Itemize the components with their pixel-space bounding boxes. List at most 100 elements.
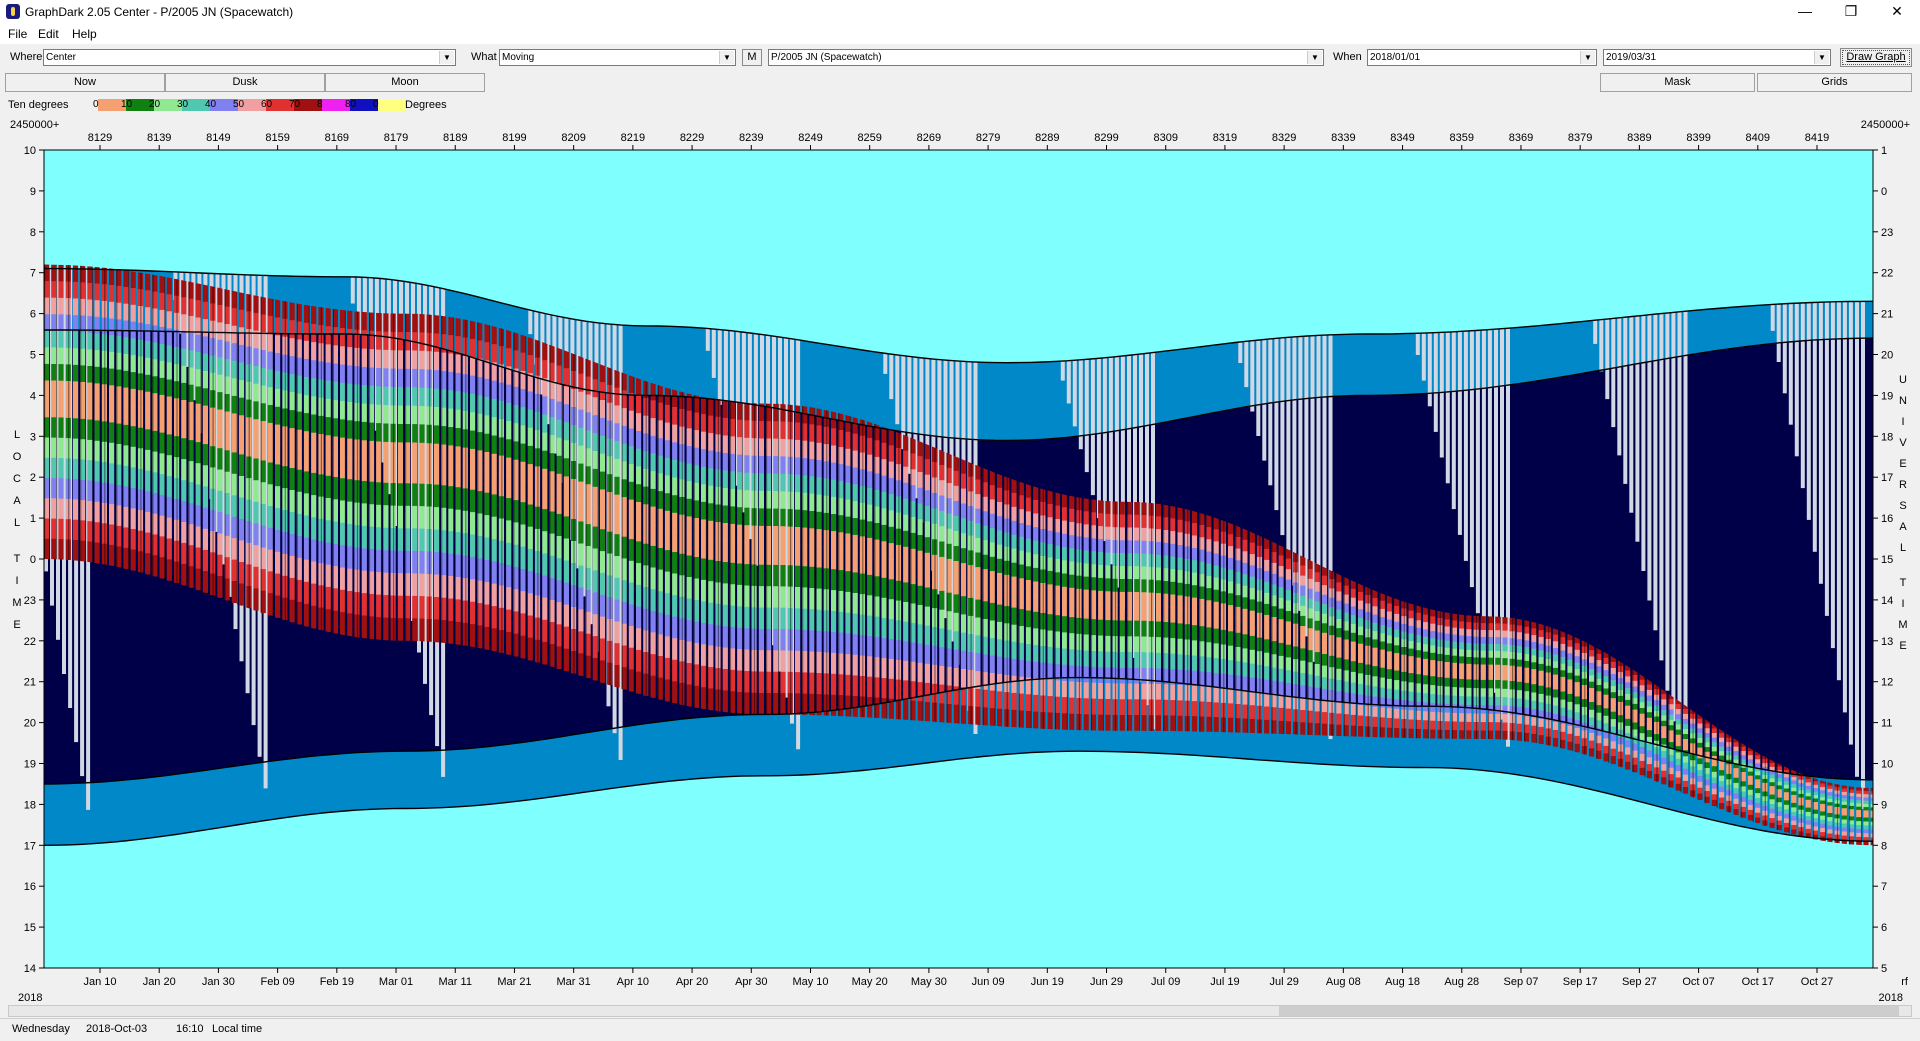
altitude-segment (1047, 544, 1053, 559)
altitude-segment (845, 448, 851, 467)
altitude-segment (109, 301, 115, 320)
what-select[interactable]: Moving ▼ (499, 49, 736, 66)
altitude-segment (470, 338, 476, 358)
draw-graph-button[interactable]: Draw Graph (1840, 48, 1912, 67)
altitude-segment (628, 539, 634, 562)
altitude-segment (181, 400, 187, 418)
altitude-segment (1213, 672, 1219, 689)
altitude-segment (1069, 561, 1075, 576)
altitude-segment (816, 567, 822, 590)
altitude-segment (1784, 781, 1790, 786)
altitude-segment (1610, 711, 1616, 720)
chevron-down-icon[interactable]: ▼ (1814, 51, 1829, 64)
chevron-down-icon[interactable]: ▼ (1580, 51, 1595, 64)
altitude-segment (888, 510, 894, 528)
chevron-down-icon[interactable]: ▼ (439, 51, 454, 64)
close-button[interactable]: ✕ (1874, 0, 1920, 24)
menu-edit[interactable]: Edit (38, 27, 59, 41)
altitude-segment (1567, 653, 1573, 661)
altitude-segment (1249, 610, 1255, 623)
altitude-segment (231, 343, 237, 362)
altitude-segment (289, 356, 295, 375)
altitude-segment (267, 387, 273, 406)
horizontal-scrollbar[interactable] (8, 1005, 1912, 1017)
altitude-segment (1025, 610, 1032, 628)
altitude-segment (1336, 591, 1342, 602)
altitude-segment (888, 678, 894, 700)
altitude-segment (383, 527, 389, 551)
altitude-segment (1552, 681, 1559, 690)
altitude-segment (383, 386, 389, 406)
altitude-segment (1459, 656, 1465, 664)
altitude-segment (1134, 604, 1140, 622)
altitude-segment (1300, 615, 1306, 627)
altitude-segment (1646, 717, 1652, 724)
altitude-segment (433, 425, 440, 445)
altitude-segment (1264, 706, 1270, 721)
maximize-button[interactable]: ❐ (1828, 0, 1874, 24)
altitude-segment (556, 491, 562, 515)
altitude-segment (397, 387, 403, 407)
altitude-segment (737, 437, 743, 456)
altitude-segment (1408, 641, 1414, 650)
start-date-select[interactable]: 2018/01/01 ▼ (1367, 49, 1597, 66)
altitude-segment (1278, 566, 1284, 578)
moon-button[interactable]: Moon (325, 73, 485, 92)
altitude-segment (1155, 652, 1161, 669)
altitude-segment (1863, 841, 1869, 846)
altitude-segment (1098, 619, 1104, 637)
altitude-segment (1430, 645, 1436, 654)
altitude-segment (1141, 579, 1147, 593)
altitude-segment (412, 387, 418, 407)
altitude-segment (794, 650, 801, 673)
date-tick-label: Mar 31 (557, 976, 591, 988)
minimize-button[interactable]: — (1782, 0, 1828, 24)
altitude-segment (506, 565, 512, 588)
altitude-segment (506, 457, 512, 477)
altitude-segment (1025, 660, 1032, 679)
altitude-segment (1567, 725, 1573, 735)
altitude-segment (130, 271, 136, 289)
object-select[interactable]: P/2005 JN (Spacewatch) ▼ (768, 49, 1324, 66)
grids-button[interactable]: Grids (1757, 73, 1912, 92)
chevron-down-icon[interactable]: ▼ (719, 51, 734, 64)
altitude-segment (556, 624, 562, 647)
altitude-segment (1574, 696, 1580, 705)
m-button[interactable]: M (742, 49, 762, 66)
mask-button[interactable]: Mask (1600, 73, 1755, 92)
altitude-segment (1625, 740, 1631, 749)
end-date-select[interactable]: 2019/03/31 ▼ (1603, 49, 1831, 66)
altitude-segment (159, 536, 165, 558)
altitude-segment (1552, 705, 1559, 715)
altitude-segment (917, 472, 923, 489)
altitude-segment (527, 615, 533, 639)
altitude-segment (1480, 630, 1486, 638)
altitude-segment (1661, 770, 1667, 778)
chevron-down-icon[interactable]: ▼ (1307, 51, 1322, 64)
moonlight-stripe (528, 309, 533, 335)
altitude-segment (939, 449, 945, 466)
scrollbar-thumb[interactable] (1279, 1006, 1899, 1016)
altitude-segment (455, 532, 461, 556)
altitude-segment (1733, 793, 1739, 800)
altitude-segment (109, 402, 115, 423)
altitude-segment (1134, 683, 1140, 700)
altitude-segment (1863, 810, 1869, 815)
altitude-segment (1191, 510, 1198, 524)
altitude-segment (311, 432, 317, 452)
altitude-segment (1769, 799, 1775, 805)
right-tick-label: 1 (1881, 145, 1887, 157)
menu-file[interactable]: File (8, 27, 27, 41)
altitude-segment (51, 498, 57, 520)
now-button[interactable]: Now (5, 73, 165, 92)
altitude-segment (845, 499, 851, 518)
where-select[interactable]: Center ▼ (43, 49, 456, 66)
altitude-segment (253, 348, 259, 367)
altitude-segment (376, 312, 382, 332)
altitude-segment (1625, 754, 1631, 763)
altitude-segment (51, 538, 57, 560)
altitude-segment (130, 405, 136, 427)
altitude-segment (542, 553, 548, 577)
menu-help[interactable]: Help (72, 27, 97, 41)
dusk-button[interactable]: Dusk (165, 73, 325, 92)
